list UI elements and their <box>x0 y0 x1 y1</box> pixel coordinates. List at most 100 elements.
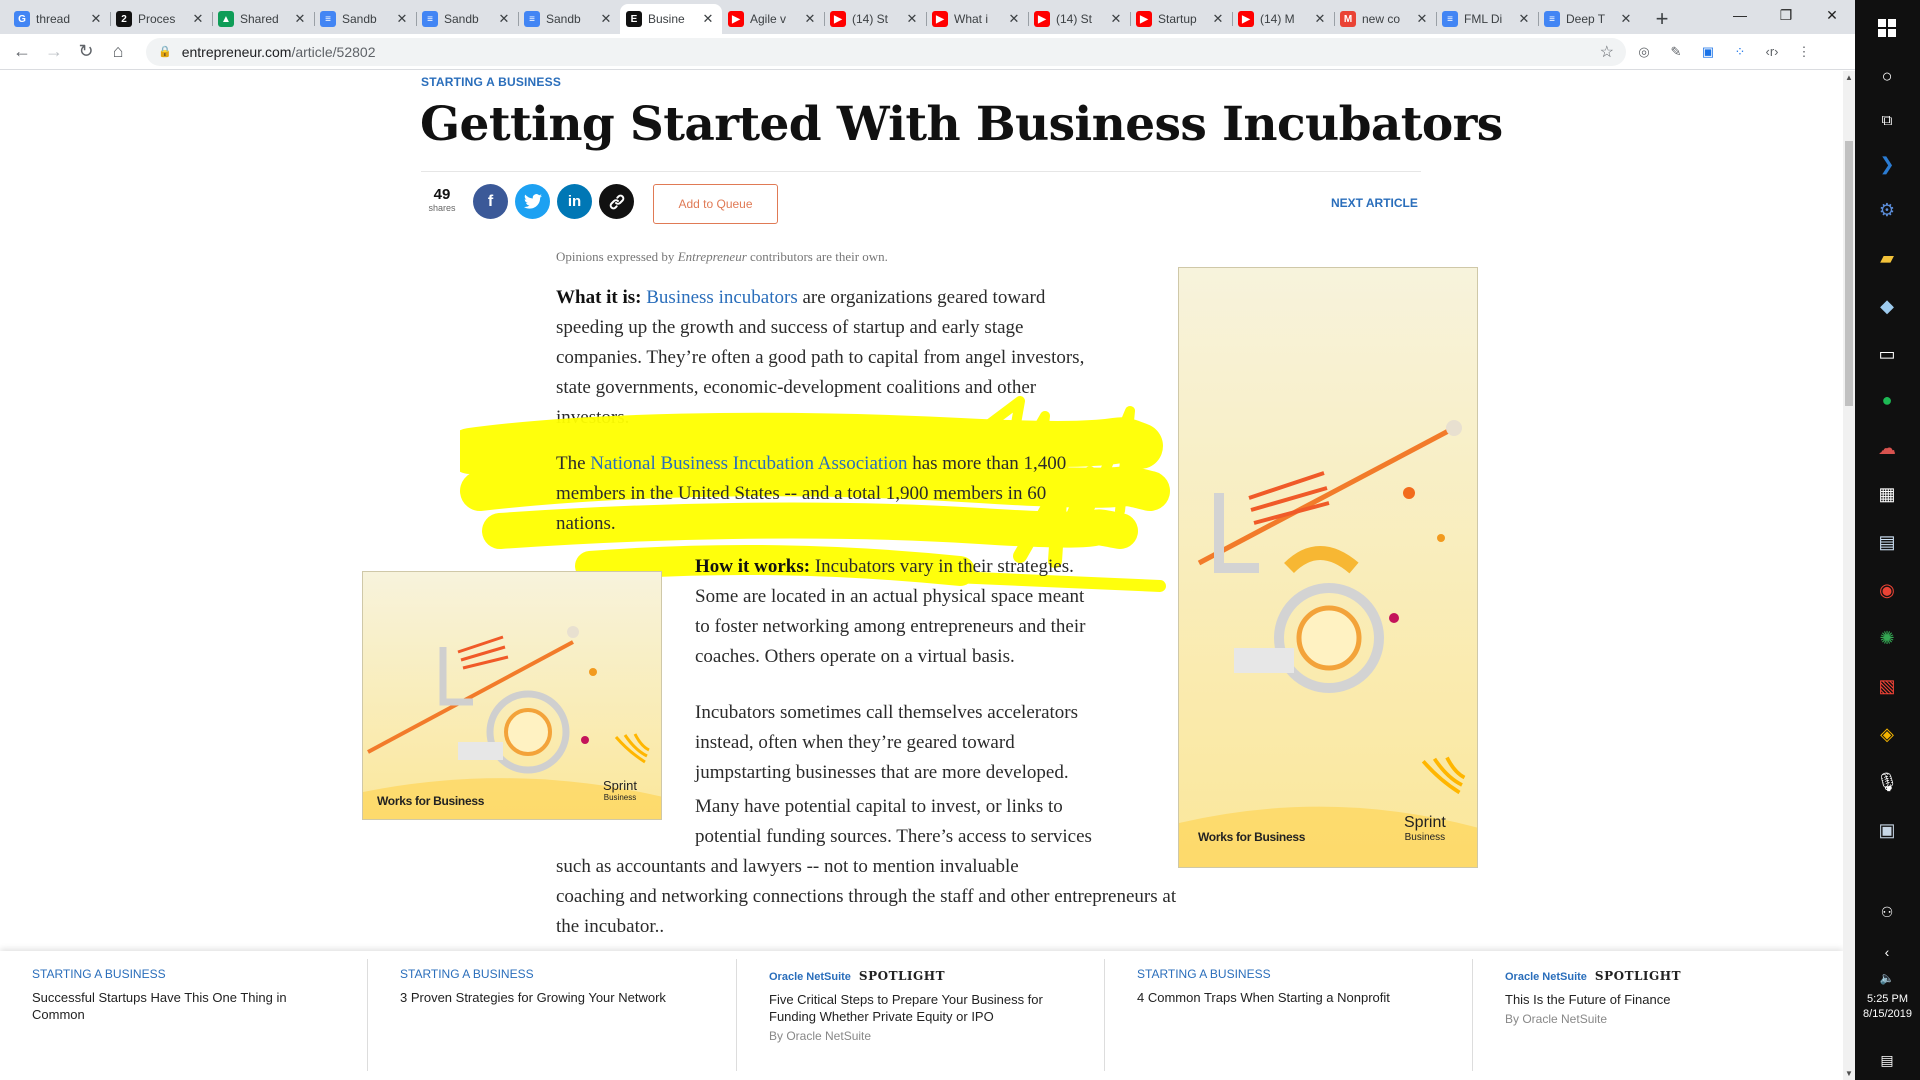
task-view-icon[interactable]: ⧉ <box>1873 106 1901 134</box>
address-bar[interactable]: 🔒 entrepreneur.com/article/52802 ☆ <box>146 37 1626 66</box>
browser-tab[interactable]: ▶ (14) St ✕ <box>824 4 926 34</box>
browser-tab[interactable]: ▶ Startup ✕ <box>1130 4 1232 34</box>
recommended-item-1[interactable]: STARTING A BUSINESS Successful Startups … <box>32 967 332 1023</box>
file-explorer-icon[interactable]: ▰ <box>1873 244 1901 272</box>
tab-close-icon[interactable]: ✕ <box>292 11 308 27</box>
notes-app-icon[interactable]: ◆ <box>1873 292 1901 320</box>
browser-tab[interactable]: ≡ FML Di ✕ <box>1436 4 1538 34</box>
recommended-item-2[interactable]: STARTING A BUSINESS 3 Proven Strategies … <box>400 967 700 1006</box>
extension-pen-icon[interactable]: ✎ <box>1662 38 1690 66</box>
rec-kicker[interactable]: STARTING A BUSINESS <box>400 967 700 981</box>
settings-app-icon[interactable]: ✺ <box>1873 624 1901 652</box>
tab-close-icon[interactable]: ✕ <box>598 11 614 27</box>
reload-icon[interactable]: ↻ <box>72 38 100 66</box>
scroll-down-icon[interactable]: ▼ <box>1843 1069 1855 1078</box>
extension-square-icon[interactable]: ▣ <box>1694 38 1722 66</box>
people-icon[interactable]: ⚇ <box>1873 898 1901 926</box>
extension-globe-icon[interactable]: ◎ <box>1630 38 1658 66</box>
document-app-icon[interactable]: ▤ <box>1873 528 1901 556</box>
browser-menu-icon[interactable]: ⋮ <box>1790 38 1818 66</box>
app-cloud-icon[interactable]: ☁ <box>1873 434 1901 462</box>
nbia-link[interactable]: National Business Incubation Association <box>590 453 907 474</box>
forward-icon[interactable]: → <box>40 38 68 66</box>
tab-close-icon[interactable]: ✕ <box>1312 11 1328 27</box>
tab-close-icon[interactable]: ✕ <box>190 11 206 27</box>
close-window-icon[interactable]: ✕ <box>1809 0 1855 30</box>
facebook-icon[interactable]: f <box>473 184 508 219</box>
new-tab-button[interactable]: + <box>1648 6 1676 34</box>
spotify-icon[interactable]: ● <box>1873 386 1901 414</box>
browser-tab[interactable]: ≡ Sandb ✕ <box>314 4 416 34</box>
browser-tab[interactable]: E Busine ✕ <box>620 4 722 34</box>
tab-close-icon[interactable]: ✕ <box>1516 11 1532 27</box>
volume-icon[interactable]: 🔈 <box>1873 964 1901 992</box>
tab-close-icon[interactable]: ✕ <box>1108 11 1124 27</box>
action-center-icon[interactable]: ▤ <box>1873 1046 1901 1074</box>
sprint-ad-sidebar[interactable]: Works for Business Sprint Business <box>1178 267 1478 868</box>
rec-title[interactable]: Successful Startups Have This One Thing … <box>32 989 332 1023</box>
scrollbar-thumb[interactable] <box>1845 141 1853 406</box>
tab-close-icon[interactable]: ✕ <box>700 11 716 27</box>
taskbar-clock[interactable]: 5:25 PM 8/15/2019 <box>1855 992 1920 1022</box>
minimize-icon[interactable]: — <box>1717 0 1763 30</box>
browser-tab[interactable]: ▶ (14) St ✕ <box>1028 4 1130 34</box>
rec-title[interactable]: Five Critical Steps to Prepare Your Busi… <box>769 991 1069 1025</box>
browser-tab[interactable]: 2 Proces ✕ <box>110 4 212 34</box>
add-to-queue-button[interactable]: Add to Queue <box>653 184 778 224</box>
tab-close-icon[interactable]: ✕ <box>1006 11 1022 27</box>
microphone-app-icon[interactable]: 🎙 <box>1873 768 1901 796</box>
remote-desktop-icon[interactable]: ▣ <box>1873 816 1901 844</box>
rec-title[interactable]: 3 Proven Strategies for Growing Your Net… <box>400 989 700 1006</box>
pdf-app-icon[interactable]: ▧ <box>1873 672 1901 700</box>
tab-close-icon[interactable]: ✕ <box>904 11 920 27</box>
browser-tab[interactable]: ≡ Sandb ✕ <box>518 4 620 34</box>
restore-icon[interactable]: ❐ <box>1763 0 1809 30</box>
tab-close-icon[interactable]: ✕ <box>88 11 104 27</box>
tab-close-icon[interactable]: ✕ <box>1414 11 1430 27</box>
rec-title[interactable]: 4 Common Traps When Starting a Nonprofit <box>1137 989 1437 1006</box>
browser-tab[interactable]: ▶ (14) M ✕ <box>1232 4 1334 34</box>
cortana-icon[interactable]: ○ <box>1873 62 1901 90</box>
windows-start-icon[interactable] <box>1873 14 1901 42</box>
extension-dots-icon[interactable]: ⁘ <box>1726 38 1754 66</box>
page-scrollbar[interactable]: ▲ ▼ <box>1843 71 1855 1080</box>
recommended-item-5[interactable]: Oracle NetSuite SPOTLIGHT This Is the Fut… <box>1505 967 1805 1026</box>
bookmark-star-icon[interactable]: ☆ <box>1600 42 1614 62</box>
rec-kicker[interactable]: STARTING A BUSINESS <box>1137 967 1437 981</box>
next-article-link[interactable]: NEXT ARTICLE <box>1331 196 1418 210</box>
home-icon[interactable]: ⌂ <box>104 38 132 66</box>
back-icon[interactable]: ← <box>8 38 36 66</box>
tab-label: FML Di <box>1464 12 1503 26</box>
copy-link-icon[interactable] <box>599 184 634 219</box>
browser-tab[interactable]: Mnew co ✕ <box>1334 4 1436 34</box>
tray-chevron-icon[interactable]: ‹ <box>1873 938 1901 966</box>
recommended-item-4[interactable]: STARTING A BUSINESS 4 Common Traps When … <box>1137 967 1437 1006</box>
tab-close-icon[interactable]: ✕ <box>394 11 410 27</box>
business-incubators-link[interactable]: Business incubators <box>646 287 797 308</box>
browser-tab[interactable]: ≡ Sandb ✕ <box>416 4 518 34</box>
tab-close-icon[interactable]: ✕ <box>1210 11 1226 27</box>
browser-tab[interactable]: ▶ What i ✕ <box>926 4 1028 34</box>
kite-app-icon[interactable]: ◈ <box>1873 720 1901 748</box>
vscode-icon[interactable]: ❯ <box>1873 150 1901 178</box>
tab-close-icon[interactable]: ✕ <box>496 11 512 27</box>
terminal-icon[interactable]: ▭ <box>1873 340 1901 368</box>
twitter-icon[interactable] <box>515 184 550 219</box>
app-gear-icon[interactable]: ⚙ <box>1873 196 1901 224</box>
scroll-up-icon[interactable]: ▲ <box>1843 73 1855 82</box>
browser-tab[interactable]: ▶ Agile v ✕ <box>722 4 824 34</box>
recommended-item-3[interactable]: Oracle NetSuite SPOTLIGHT Five Critical S… <box>769 967 1069 1043</box>
tab-close-icon[interactable]: ✕ <box>802 11 818 27</box>
browser-tab[interactable]: ≡ Deep T ✕ <box>1538 4 1640 34</box>
article-kicker[interactable]: STARTING A BUSINESS <box>421 75 561 89</box>
linkedin-icon[interactable]: in <box>557 184 592 219</box>
sprint-ad-inline[interactable]: Works for Business Sprint Business <box>362 571 662 820</box>
extension-code-icon[interactable]: ‹r› <box>1758 38 1786 66</box>
calculator-icon[interactable]: ▦ <box>1873 480 1901 508</box>
browser-tab[interactable]: ▲ Shared ✕ <box>212 4 314 34</box>
tab-close-icon[interactable]: ✕ <box>1618 11 1634 27</box>
chrome-icon[interactable]: ◉ <box>1873 576 1901 604</box>
browser-tab[interactable]: Gthread ✕ <box>8 4 110 34</box>
rec-kicker[interactable]: STARTING A BUSINESS <box>32 967 332 981</box>
rec-title[interactable]: This Is the Future of Finance <box>1505 991 1805 1008</box>
